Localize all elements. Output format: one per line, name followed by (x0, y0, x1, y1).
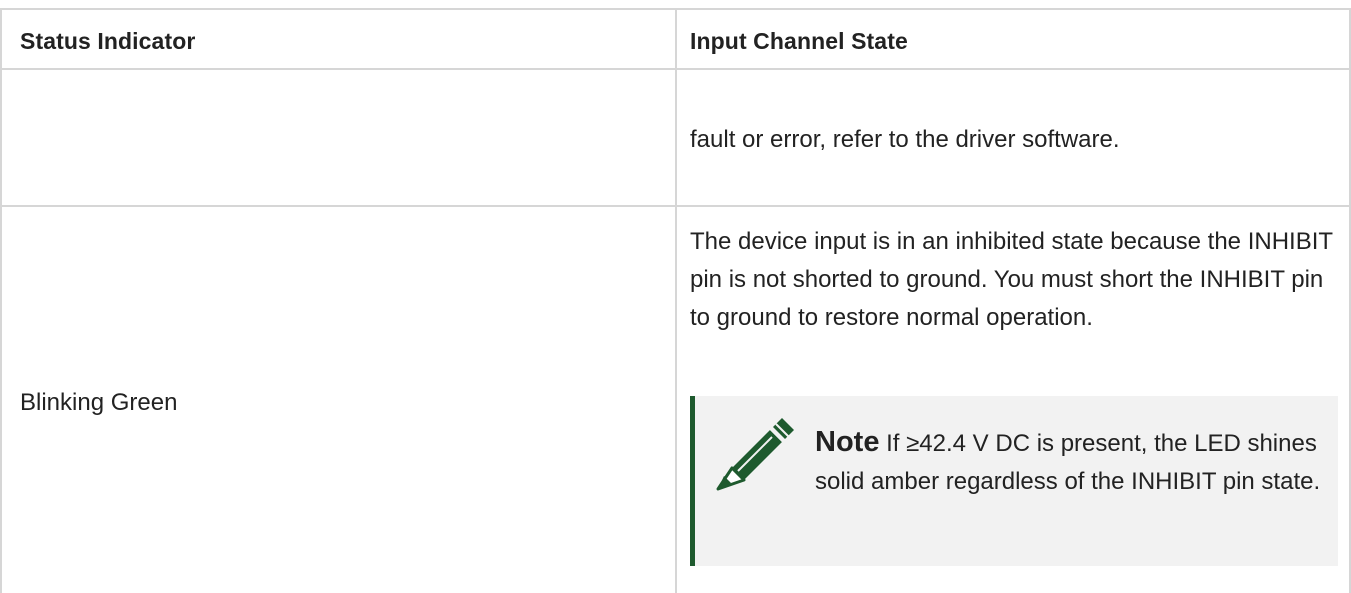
note-label: Note (815, 426, 880, 458)
note-callout: Note If ≥42.4 V DC is present, the LED s… (690, 396, 1338, 566)
pencil-icon (716, 418, 794, 491)
status-table: Status Indicator Input Channel State fau… (0, 0, 1351, 593)
note-body: If ≥42.4 V DC is present, the LED shines… (815, 430, 1321, 495)
table-border-left (0, 8, 2, 593)
column-header-input-channel-state: Input Channel State (690, 28, 908, 54)
table-row-2-state: The device input is in an inhibited stat… (690, 228, 1333, 331)
column-header-status-indicator: Status Indicator (20, 28, 196, 54)
table-column-divider (675, 8, 677, 593)
table-row-2-indicator: Blinking Green (20, 389, 178, 416)
table-row-1-state: fault or error, refer to the driver soft… (690, 126, 1120, 153)
note-content: Note If ≥42.4 V DC is present, the LED s… (815, 423, 1335, 501)
